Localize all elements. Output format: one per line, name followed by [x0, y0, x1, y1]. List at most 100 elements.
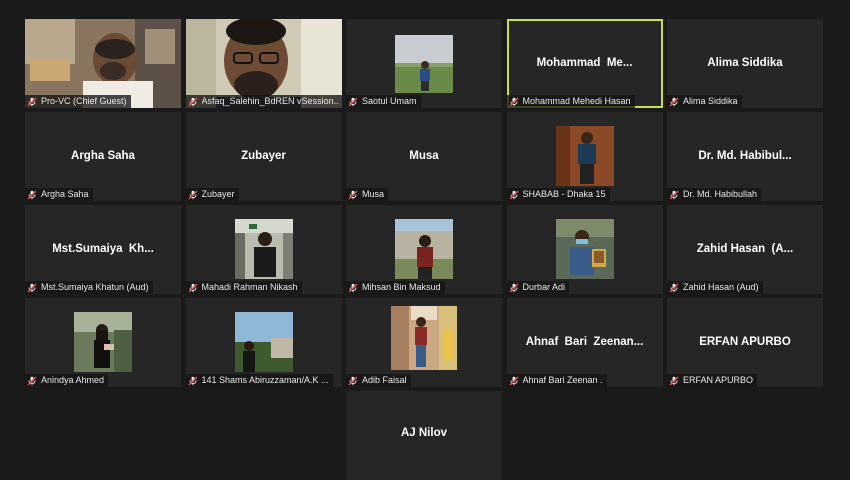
- participant-tile[interactable]: Asfaq_Salehin_BdREN vSession...: [185, 19, 342, 108]
- participant-video: [555, 219, 614, 279]
- participant-name-text: Zahid Hasan (Aud): [683, 282, 759, 292]
- participant-video: [234, 312, 293, 372]
- participant-tile[interactable]: Mst.Sumaiya Kh... Mst.Sumaiya Khatun (Aud…: [25, 205, 181, 294]
- participant-display-name: AJ Nilov: [400, 427, 447, 439]
- participant-tile[interactable]: Saotul Umam: [346, 19, 502, 108]
- muted-microphone-icon: [348, 97, 358, 107]
- muted-microphone-icon: [509, 97, 519, 107]
- muted-microphone-icon: [27, 376, 37, 386]
- participant-name-label: Musa: [346, 188, 389, 201]
- participant-tile[interactable]: ERFAN APURBO ERFAN APURBO: [667, 298, 823, 387]
- participant-name-label: Pro-VC (Chief Guest): [25, 95, 131, 108]
- muted-microphone-icon: [669, 190, 679, 200]
- participant-name-text: Alima Siddika: [683, 96, 738, 106]
- participant-tile[interactable]: Mohammad Me... Mohammad Mehedi Hasan: [506, 19, 663, 108]
- participant-name-text: Mahadi Rahman Nikash: [201, 282, 298, 292]
- participant-name-text: Zubayer: [201, 189, 235, 199]
- participant-video: [391, 306, 457, 370]
- muted-microphone-icon: [509, 376, 519, 386]
- participant-display-name: Mohammad Me...: [536, 57, 633, 69]
- participant-name-text: 141 Shams Abiruzzaman/A.K ...: [201, 375, 329, 385]
- participant-name-label: Mahadi Rahman Nikash: [185, 281, 302, 294]
- muted-microphone-icon: [669, 283, 679, 293]
- participant-name-label: Durbar Adi: [506, 281, 570, 294]
- participant-tile[interactable]: Musa Musa: [346, 112, 502, 201]
- participant-video: [74, 312, 132, 372]
- participant-tile[interactable]: Durbar Adi: [506, 205, 663, 294]
- participant-name-text: Mst.Sumaiya Khatun (Aud): [41, 282, 149, 292]
- participant-name-label: 141 Shams Abiruzzaman/A.K ...: [185, 374, 333, 387]
- participant-tile[interactable]: Alima Siddika Alima Siddika: [667, 19, 823, 108]
- muted-microphone-icon: [188, 97, 198, 107]
- participant-name-label: ERFAN APURBO: [667, 374, 758, 387]
- participant-name-label: Adib Faisal: [346, 374, 411, 387]
- participant-tile[interactable]: AJ Nilov: [346, 391, 502, 480]
- muted-microphone-icon: [27, 283, 37, 293]
- participant-name-label: Zahid Hasan (Aud): [667, 281, 763, 294]
- muted-microphone-icon: [188, 190, 198, 200]
- muted-microphone-icon: [348, 376, 358, 386]
- participant-name-text: Dr. Md. Habibullah: [683, 189, 758, 199]
- participant-tile[interactable]: Zahid Hasan (A... Zahid Hasan (Aud): [667, 205, 823, 294]
- participant-tile[interactable]: Ahnaf Bari Zeenan... Ahnaf Bari Zeenan .: [506, 298, 663, 387]
- participant-name-label: Ahnaf Bari Zeenan .: [506, 374, 607, 387]
- participant-display-name: Ahnaf Bari Zeenan...: [525, 336, 644, 348]
- participant-name-text: SHABAB - Dhaka 15: [522, 189, 606, 199]
- muted-microphone-icon: [669, 376, 679, 386]
- participant-tile[interactable]: SHABAB - Dhaka 15: [506, 112, 663, 201]
- participant-name-text: Saotul Umam: [362, 96, 417, 106]
- participant-name-text: Adib Faisal: [362, 375, 407, 385]
- participant-display-name: Mst.Sumaiya Kh...: [52, 243, 154, 255]
- muted-microphone-icon: [509, 283, 519, 293]
- participant-tile[interactable]: Dr. Md. Habibul... Dr. Md. Habibullah: [667, 112, 823, 201]
- participant-video: [395, 35, 453, 93]
- participant-name-label: Asfaq_Salehin_BdREN vSession...: [185, 95, 342, 108]
- participant-name-label: Saotul Umam: [346, 95, 421, 108]
- participant-name-label: Zubayer: [185, 188, 239, 201]
- muted-microphone-icon: [188, 283, 198, 293]
- participant-video: [234, 219, 293, 279]
- participant-tile[interactable]: 141 Shams Abiruzzaman/A.K ...: [185, 298, 342, 387]
- participant-display-name: Zubayer: [241, 150, 286, 162]
- participant-name-text: Argha Saha: [41, 189, 89, 199]
- participant-name-label: SHABAB - Dhaka 15: [506, 188, 610, 201]
- participant-display-name: Argha Saha: [71, 150, 135, 162]
- participant-name-label: Mohammad Mehedi Hasan: [506, 95, 635, 108]
- participant-display-name: ERFAN APURBO: [699, 336, 791, 348]
- participant-tile[interactable]: Mahadi Rahman Nikash: [185, 205, 342, 294]
- participant-display-name: Musa: [409, 150, 439, 162]
- participant-video: [555, 126, 614, 186]
- participant-name-text: Durbar Adi: [522, 282, 566, 292]
- participant-name-label: Alima Siddika: [667, 95, 742, 108]
- participant-name-label: Anindya Ahmed: [25, 374, 109, 387]
- participant-name-label: Dr. Md. Habibullah: [667, 188, 762, 201]
- participant-name-text: Pro-VC (Chief Guest): [41, 96, 127, 106]
- participant-name-text: Asfaq_Salehin_BdREN vSession...: [201, 96, 338, 106]
- participant-name-text: Anindya Ahmed: [41, 375, 105, 385]
- participant-name-text: ERFAN APURBO: [683, 375, 754, 385]
- participant-tile[interactable]: Pro-VC (Chief Guest): [25, 19, 181, 108]
- participant-tile[interactable]: Anindya Ahmed: [25, 298, 181, 387]
- muted-microphone-icon: [348, 190, 358, 200]
- muted-microphone-icon: [188, 376, 198, 386]
- participant-tile[interactable]: Argha Saha Argha Saha: [25, 112, 181, 201]
- participant-name-text: Musa: [362, 189, 385, 199]
- muted-microphone-icon: [27, 190, 37, 200]
- muted-microphone-icon: [348, 283, 358, 293]
- participant-tile[interactable]: Zubayer Zubayer: [185, 112, 342, 201]
- participant-display-name: Dr. Md. Habibul...: [698, 150, 792, 162]
- participant-name-label: Mst.Sumaiya Khatun (Aud): [25, 281, 153, 294]
- muted-microphone-icon: [669, 97, 679, 107]
- participant-video: [395, 219, 453, 279]
- participant-name-label: Argha Saha: [25, 188, 93, 201]
- participant-display-name: Alima Siddika: [707, 57, 783, 69]
- participant-name-label: Mihsan Bin Maksud: [346, 281, 445, 294]
- participant-name-text: Ahnaf Bari Zeenan .: [522, 375, 603, 385]
- participant-name-text: Mihsan Bin Maksud: [362, 282, 441, 292]
- participant-display-name: Zahid Hasan (A...: [696, 243, 794, 255]
- muted-microphone-icon: [509, 190, 519, 200]
- participant-tile[interactable]: Adib Faisal: [346, 298, 502, 387]
- muted-microphone-icon: [27, 97, 37, 107]
- participant-name-text: Mohammad Mehedi Hasan: [522, 96, 631, 106]
- participant-tile[interactable]: Mihsan Bin Maksud: [346, 205, 502, 294]
